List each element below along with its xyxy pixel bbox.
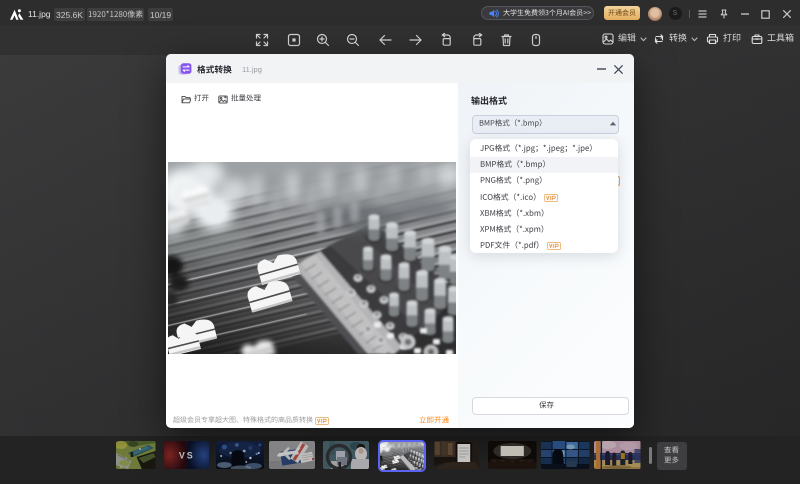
svg-text:V: V <box>178 450 184 460</box>
svg-text:S: S <box>186 450 192 460</box>
